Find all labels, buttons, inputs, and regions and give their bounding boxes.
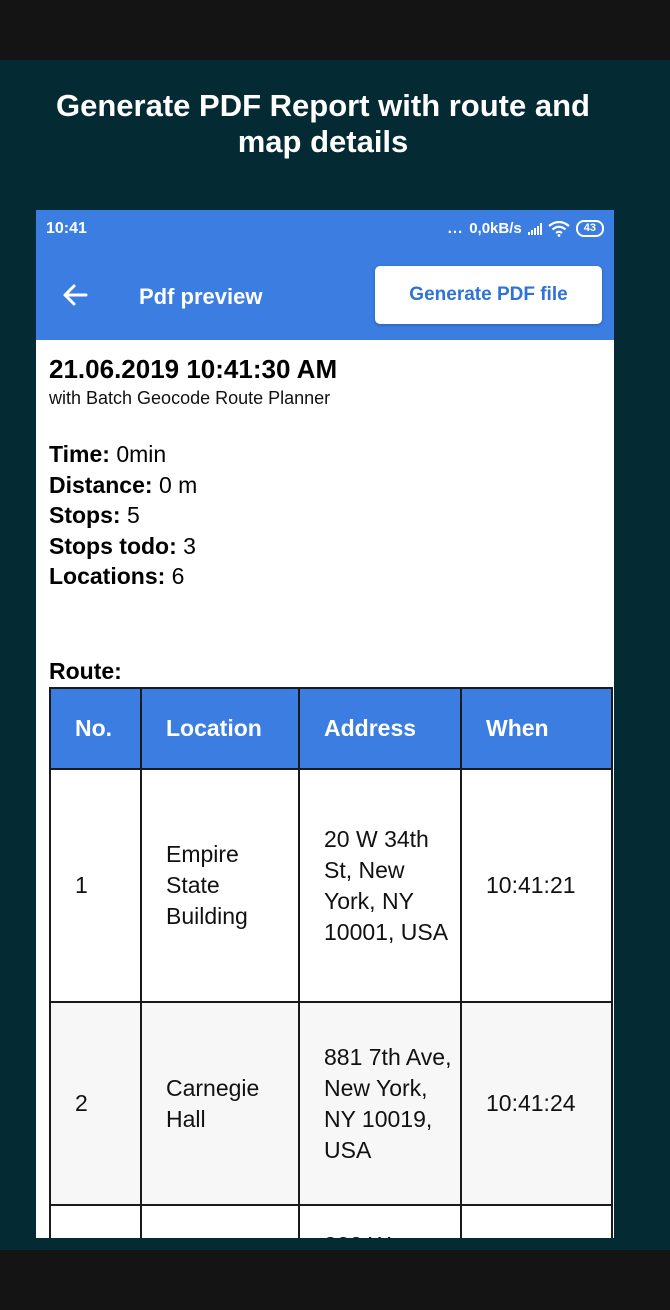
app-bar: 10:41 ... 0,0kB/s 43 Pdf preview Generat…	[36, 210, 614, 340]
route-table: No. Location Address When 1 Empire State…	[49, 687, 613, 1238]
wifi-icon	[548, 220, 570, 237]
back-arrow-icon[interactable]	[60, 280, 90, 310]
cell-when	[460, 1204, 613, 1238]
cell-no: 2	[49, 1001, 142, 1206]
page-title: Pdf preview	[139, 284, 263, 309]
report-subtitle: with Batch Geocode Route Planner	[49, 388, 331, 408]
status-time: 10:41	[46, 220, 87, 237]
stat-stops: Stops: 5	[49, 502, 140, 528]
status-icons: ... 0,0kB/s 43	[448, 220, 604, 237]
table-row: 2 Carnegie Hall 881 7th Ave, New York, N…	[49, 1001, 613, 1206]
signal-icon	[527, 222, 542, 235]
header-address: Address	[298, 687, 462, 770]
cell-no	[49, 1204, 142, 1238]
cell-location: Empire State Building	[140, 768, 300, 1003]
table-header-row: No. Location Address When	[49, 687, 613, 770]
stat-stops-todo: Stops todo: 3	[49, 532, 196, 559]
top-frame	[0, 0, 670, 60]
network-speed: 0,0kB/s	[469, 220, 522, 237]
phone-screen: 10:41 ... 0,0kB/s 43 Pdf preview Generat…	[36, 210, 614, 1238]
header-location: Location	[140, 687, 300, 770]
battery-icon: 43	[575, 220, 604, 237]
promo-headline: Generate PDF Report with route and map d…	[56, 88, 590, 159]
stat-distance: Distance: 0 m	[49, 471, 198, 498]
generate-pdf-button[interactable]: Generate PDF file	[375, 266, 602, 324]
cell-when: 10:41:24	[460, 1001, 613, 1206]
more-dots-icon: ...	[447, 220, 464, 237]
report-stats: Time: 0min Distance: 0 m Stops: 5 Stops …	[49, 439, 609, 592]
report-datetime: 21.06.2019 10:41:30 AM	[49, 354, 338, 384]
cell-no: 1	[49, 768, 142, 1003]
report-header: 21.06.2019 10:41:30 AM with Batch Geocod…	[49, 353, 609, 592]
cell-when: 10:41:21	[460, 768, 613, 1003]
cell-location: Carnegie Hall	[140, 1001, 300, 1206]
header-when: When	[460, 687, 613, 770]
cell-address: 20 W 34th St, New York, NY 10001, USA	[298, 768, 462, 1003]
stat-time: Time: 0min	[49, 441, 167, 467]
bottom-frame	[0, 1250, 670, 1310]
table-row: 1 Empire State Building 20 W 34th St, Ne…	[49, 768, 613, 1003]
header-no: No.	[49, 687, 142, 770]
cell-address: 322 W	[298, 1204, 462, 1238]
cell-address: 881 7th Ave, New York, NY 10019, USA	[298, 1001, 462, 1206]
table-row: 322 W	[49, 1204, 613, 1238]
stat-locations: Locations: 6	[49, 563, 185, 589]
cell-location	[140, 1204, 300, 1238]
route-label: Route:	[49, 658, 122, 684]
